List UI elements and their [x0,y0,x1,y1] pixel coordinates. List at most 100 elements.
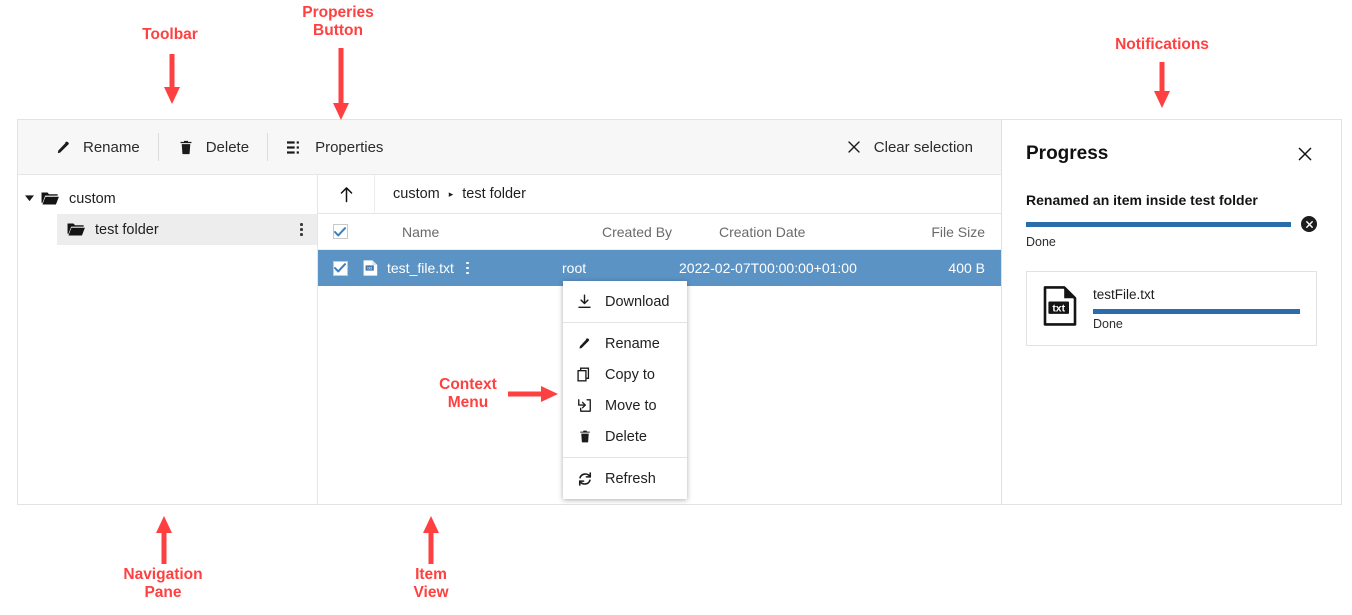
screenshot-root: Rename Delete Properties Clear selection… [0,0,1352,615]
annotation-toolbar: Toolbar [142,26,198,43]
row-creation-date: 2022-02-07T00:00:00+01:00 [679,260,857,276]
annotation-arrow-context-menu [508,386,558,402]
properties-button-label: Properties [315,138,384,156]
annotation-context-menu: Context Menu [439,376,497,412]
txt-file-icon: txt [362,260,379,276]
toolbar: Rename Delete Properties Clear selection [18,120,1001,175]
tree-item-test-folder-label: test folder [95,221,159,238]
context-menu-divider [563,457,687,458]
navigate-up-button[interactable] [318,175,375,213]
list-item-status: Done [1093,316,1123,331]
folder-icon [40,191,60,206]
pencil-icon [576,336,593,351]
main-task-progress-bar [1026,221,1291,227]
progress-panel: Progress Renamed an item inside test fol… [1002,120,1341,504]
main-task: Renamed an item inside test folder Done [1026,192,1317,249]
folder-icon [66,222,86,237]
annotation-navigation-pane: Navigation Pane [123,566,203,602]
breadcrumb-bar: custom ▸ test folder [318,175,1001,214]
cancel-circle-icon[interactable] [1301,216,1317,232]
main-task-progress-row [1026,216,1317,232]
select-all-checkbox[interactable] [318,224,362,239]
context-menu-item-refresh-label: Refresh [605,470,656,487]
context-menu-item-delete-label: Delete [605,428,647,445]
row-file-name[interactable]: test_file.txt [387,260,454,276]
tree-item-custom[interactable]: custom [18,183,317,214]
context-menu-item-download[interactable]: Download [563,286,687,317]
row-overflow-menu-icon[interactable] [462,260,473,277]
context-menu-item-rename[interactable]: Rename [563,328,687,359]
file-table: Name Created By Creation Date File Size [318,214,1001,286]
tree-item-test-folder[interactable]: test folder [57,214,317,245]
delete-button-label: Delete [205,138,250,156]
rename-button-label: Rename [83,138,140,156]
copy-icon [576,367,593,382]
context-menu-item-move-to[interactable]: Move to [563,390,687,421]
clear-selection-label: Clear selection [873,138,973,156]
context-menu-item-download-label: Download [605,293,670,310]
checkbox-checked [332,224,348,239]
move-icon [576,398,593,413]
refresh-icon [576,471,593,487]
clear-selection-button[interactable]: Clear selection [827,132,991,162]
column-header-name[interactable]: Name [362,224,602,240]
page-title: Progress [1026,143,1109,164]
annotation-item-view: Item View [413,566,449,602]
row-file-size: 400 B [948,260,985,276]
properties-button[interactable]: Properties [268,132,401,162]
row-created-by: root [562,260,587,276]
column-header-created-by[interactable]: Created By [602,224,719,240]
list-item: txt testFile.txt Done [1026,271,1317,346]
tree-item-overflow-menu-icon[interactable] [296,221,307,238]
tree-item-custom-label: custom [69,190,116,207]
file-table-header: Name Created By Creation Date File Size [318,214,1001,250]
main-task-status: Done [1026,235,1056,249]
row-name-cell: txt test_file.txt [362,260,562,277]
notifications-panel: Progress Renamed an item inside test fol… [1002,120,1341,504]
download-icon [576,294,593,309]
column-header-creation-date[interactable]: Creation Date [719,224,875,240]
close-icon[interactable] [1293,142,1317,166]
annotation-arrow-navigation-pane [156,516,172,564]
context-menu-item-copy-to[interactable]: Copy to [563,359,687,390]
svg-text:txt: txt [1052,303,1065,314]
txt-file-icon: txt [1043,286,1077,331]
context-menu: Download Rename Copy to Move to Delete R… [563,281,687,499]
list-item-name: testFile.txt [1093,286,1155,302]
svg-text:txt: txt [367,266,372,271]
annotation-arrow-properties [333,48,349,120]
list-item-body: testFile.txt Done [1093,287,1300,331]
column-header-file-size[interactable]: File Size [875,224,1001,240]
checkbox-checked [332,260,348,276]
context-menu-item-refresh[interactable]: Refresh [563,463,687,494]
context-menu-item-copy-to-label: Copy to [605,366,655,383]
annotation-arrow-toolbar [164,54,180,104]
breadcrumb-item-test-folder[interactable]: test folder [462,186,526,202]
close-icon [845,138,863,156]
list-item-progress-bar [1093,308,1300,314]
file-manager-main: Rename Delete Properties Clear selection… [18,120,1002,504]
annotation-arrow-item-view [423,516,439,564]
row-checkbox[interactable] [318,260,362,276]
context-menu-item-rename-label: Rename [605,335,660,352]
annotation-arrow-notifications [1154,62,1170,108]
context-menu-divider [563,322,687,323]
context-menu-item-delete[interactable]: Delete [563,421,687,452]
pencil-icon [54,138,72,156]
breadcrumb-item-custom[interactable]: custom [393,186,440,202]
progress-panel-header: Progress [1026,142,1317,166]
annotation-properties-button: Properies Button [302,4,374,40]
chevron-down-icon[interactable] [18,195,40,202]
details-list-icon [286,138,304,156]
context-menu-item-move-to-label: Move to [605,397,657,414]
delete-button[interactable]: Delete [159,132,267,162]
trash-icon [576,429,593,444]
rename-button[interactable]: Rename [36,132,158,162]
breadcrumb: custom ▸ test folder [375,186,526,202]
navigation-pane: custom test folder [18,175,318,504]
annotation-notifications: Notifications [1115,36,1209,53]
chevron-right-icon: ▸ [448,188,454,199]
main-task-text: Renamed an item inside test folder [1026,192,1258,208]
content-area: custom test folder custom ▸ test folder … [18,175,1001,504]
trash-icon [177,138,195,156]
